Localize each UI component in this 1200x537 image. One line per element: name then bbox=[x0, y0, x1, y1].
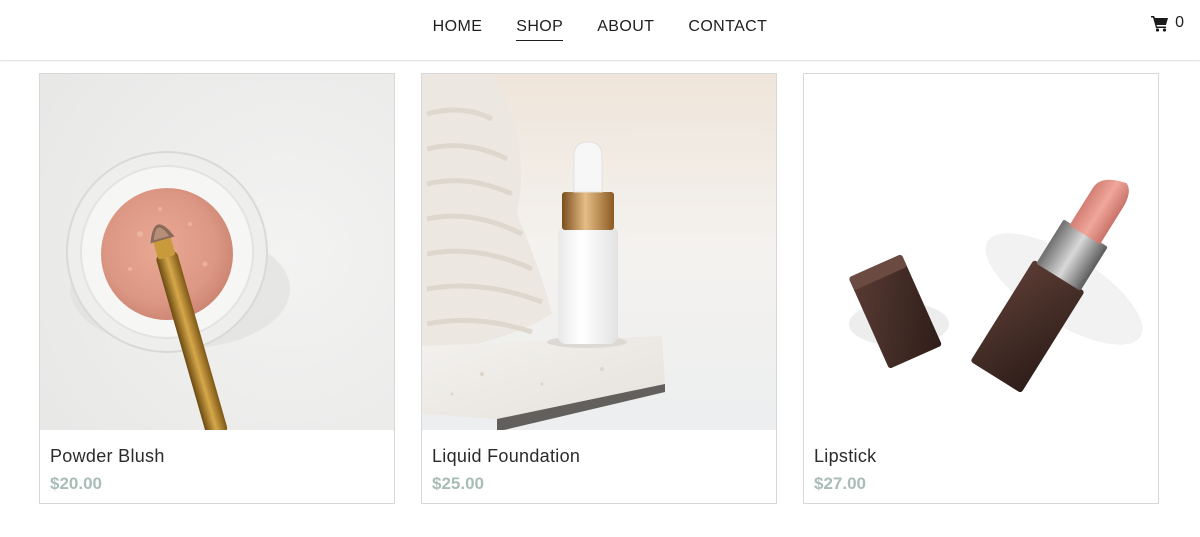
product-card-liquid-foundation[interactable]: Liquid Foundation $25.00 bbox=[421, 73, 777, 504]
product-name[interactable]: Powder Blush bbox=[50, 446, 165, 467]
liquid-foundation-photo[interactable] bbox=[422, 74, 776, 430]
top-navigation-bar: HOME SHOP ABOUT CONTACT 0 bbox=[0, 0, 1200, 61]
product-name[interactable]: Lipstick bbox=[814, 446, 876, 467]
product-price: $27.00 bbox=[814, 474, 866, 493]
nav-link-contact[interactable]: CONTACT bbox=[688, 17, 767, 41]
main-nav: HOME SHOP ABOUT CONTACT bbox=[0, 17, 1200, 41]
nav-link-home[interactable]: HOME bbox=[433, 17, 483, 41]
shopping-cart-icon bbox=[1151, 15, 1169, 32]
powder-blush-photo[interactable] bbox=[40, 74, 394, 430]
product-card-lipstick[interactable]: Lipstick $27.00 bbox=[803, 73, 1159, 504]
lipstick-photo[interactable] bbox=[804, 74, 1158, 430]
product-price: $25.00 bbox=[432, 474, 484, 493]
nav-link-about[interactable]: ABOUT bbox=[597, 17, 654, 41]
product-name[interactable]: Liquid Foundation bbox=[432, 446, 580, 467]
cart-count: 0 bbox=[1175, 14, 1184, 31]
cart-button[interactable]: 0 bbox=[1151, 14, 1184, 32]
nav-link-shop[interactable]: SHOP bbox=[516, 17, 564, 41]
product-card-powder-blush[interactable]: Powder Blush $20.00 bbox=[39, 73, 395, 504]
product-price: $20.00 bbox=[50, 474, 102, 493]
